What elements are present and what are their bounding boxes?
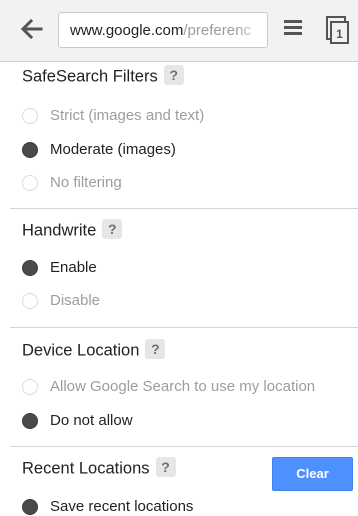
- location-help-icon[interactable]: ?: [145, 339, 166, 359]
- option-label: Allow Google Search to use my location: [50, 378, 316, 395]
- url-text: www.google.com/preferenc: [70, 22, 251, 39]
- radio-selected-icon[interactable]: [22, 142, 38, 158]
- handwrite-help-icon[interactable]: ?: [102, 219, 123, 239]
- radio-selected-icon[interactable]: [22, 499, 38, 515]
- radio-icon[interactable]: [22, 379, 38, 395]
- option-label: Disable: [50, 292, 101, 309]
- option-label: Enable: [50, 259, 97, 276]
- radio-icon[interactable]: [22, 175, 38, 191]
- tab-switcher-icon[interactable]: 1: [322, 14, 352, 46]
- option-label: Strict (images and text): [50, 107, 205, 124]
- back-arrow-icon[interactable]: [16, 14, 46, 44]
- section-divider: [10, 327, 358, 328]
- menu-icon[interactable]: [282, 17, 304, 41]
- recent-title: Recent Locations?: [22, 457, 176, 479]
- radio-selected-icon[interactable]: [22, 413, 38, 429]
- browser-toolbar: www.google.com/preferenc 1: [0, 0, 358, 62]
- radio-icon[interactable]: [22, 108, 38, 124]
- recent-help-icon[interactable]: ?: [155, 457, 176, 477]
- url-fade: [235, 13, 267, 47]
- recent-title-text: Recent Locations: [22, 459, 150, 478]
- option-label: No filtering: [50, 174, 122, 191]
- handwrite-title: Handwrite?: [22, 219, 123, 241]
- handwrite-title-text: Handwrite: [22, 221, 97, 240]
- section-divider: [10, 208, 358, 209]
- radio-selected-icon[interactable]: [22, 260, 38, 276]
- section-divider: [10, 446, 358, 447]
- url-host: www.google.com: [70, 22, 184, 39]
- clear-button[interactable]: Clear: [272, 457, 353, 491]
- radio-icon[interactable]: [22, 293, 38, 309]
- location-title: Device Location?: [22, 339, 166, 361]
- location-title-text: Device Location: [22, 341, 140, 360]
- safesearch-title-text: SafeSearch Filters: [22, 67, 158, 86]
- option-label: Moderate (images): [50, 141, 176, 158]
- svg-text:1: 1: [336, 27, 343, 41]
- safesearch-title: SafeSearch Filters?: [22, 65, 184, 87]
- option-label: Save recent locations: [50, 498, 194, 515]
- address-bar[interactable]: www.google.com/preferenc: [58, 12, 268, 48]
- safesearch-help-icon[interactable]: ?: [163, 65, 184, 85]
- option-label: Do not allow: [50, 412, 133, 429]
